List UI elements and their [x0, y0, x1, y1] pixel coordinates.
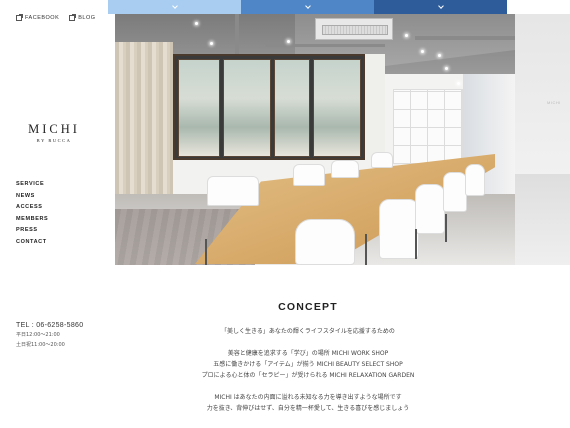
hours-weekday: 平日12:00～21:00	[16, 332, 60, 338]
blog-link[interactable]: BLOG	[69, 14, 96, 21]
chevron-down-icon	[304, 3, 311, 9]
dropdown-tab-3[interactable]	[374, 0, 507, 14]
concept-line-closing: 力を抜き、背伸びはせず、自分を精一杯愛して、生きる喜びを感じましょう	[206, 405, 410, 412]
logo[interactable]: MICHI BY RUCCA	[0, 122, 108, 143]
concept-lead: 「美しく生きる」あなたの輝くライフスタイルを応援するための	[221, 328, 395, 335]
nav-item-access[interactable]: ACCESS	[16, 202, 48, 214]
slide-watermark: MICHI	[547, 100, 561, 105]
facebook-link[interactable]: FACEBOOK	[16, 14, 60, 21]
next-slide-preview[interactable]: MICHI	[515, 14, 570, 265]
chevron-down-icon	[437, 3, 444, 9]
concept-line-workshop: 美容と健康を追求する「学び」の場所 MICHI WORK SHOP	[227, 350, 389, 357]
concept-heading: CONCEPT	[278, 301, 338, 313]
dropdown-tab-1[interactable]	[108, 0, 241, 14]
concept-line-mission: MICHI はあなたの内面に溢れる未知なる力を導き出すような場所です	[214, 394, 402, 401]
blog-label: BLOG	[78, 15, 96, 21]
nav-item-contact[interactable]: CONTACT	[16, 237, 48, 249]
external-link-icon	[16, 14, 23, 21]
facebook-label: FACEBOOK	[25, 15, 60, 21]
social-links: FACEBOOK BLOG	[16, 14, 96, 21]
sidebar: FACEBOOK BLOG MICHI BY RUCCA SERVICE NEW…	[0, 0, 108, 428]
concept-line-relaxation: プロによる心と体の「セラピー」が受けられる MICHI RELAXATION G…	[201, 372, 415, 379]
bookshelf	[393, 89, 463, 164]
main-nav: SERVICE NEWS ACCESS MEMBERS PRESS CONTAC…	[16, 179, 48, 249]
logo-text: MICHI	[28, 122, 80, 136]
phone-number[interactable]: TEL : 06-6258-5860	[16, 322, 83, 329]
nav-item-service[interactable]: SERVICE	[16, 179, 48, 191]
chevron-down-icon	[171, 3, 178, 9]
hours-weekend: 土日祝11:00～20:00	[16, 342, 65, 348]
dropdown-tab-2[interactable]	[241, 0, 374, 14]
external-link-icon	[69, 14, 77, 21]
glass-partition	[173, 54, 365, 160]
nav-item-members[interactable]: MEMBERS	[16, 214, 48, 226]
hero-image	[115, 14, 515, 265]
nav-item-news[interactable]: NEWS	[16, 191, 48, 203]
air-conditioner	[315, 18, 393, 40]
logo-subtext: BY RUCCA	[36, 138, 72, 143]
concept-line-select-shop: 五感に働きかける「アイテム」が揃う MICHI BEAUTY SELECT SH…	[213, 361, 403, 368]
nav-item-press[interactable]: PRESS	[16, 225, 48, 237]
contact-info: TEL : 06-6258-5860 平日12:00～21:00 土日祝11:0…	[16, 322, 83, 349]
